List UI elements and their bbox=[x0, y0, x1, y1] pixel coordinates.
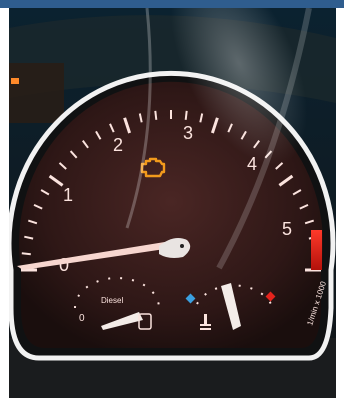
tach-tick bbox=[21, 252, 31, 256]
tach-label-5: 5 bbox=[282, 219, 292, 239]
tach-label-2: 2 bbox=[113, 135, 123, 155]
photo-frame: 0 1 2 3 4 5 1/min x 1000 Diesel 0 bbox=[0, 0, 344, 406]
tach-label-3: 3 bbox=[183, 123, 193, 143]
instrument-cluster-photo: 0 1 2 3 4 5 1/min x 1000 Diesel 0 bbox=[9, 8, 336, 398]
instrument-cluster-illustration: 0 1 2 3 4 5 1/min x 1000 Diesel 0 bbox=[9, 8, 336, 398]
tach-tick bbox=[184, 110, 188, 120]
redline-zone bbox=[311, 230, 322, 270]
fuel-type-label: Diesel bbox=[101, 296, 123, 305]
left-orange-indicator bbox=[11, 78, 19, 84]
top-accent-bar bbox=[0, 0, 344, 8]
fuel-empty-label: 0 bbox=[79, 313, 85, 324]
tach-tick bbox=[154, 110, 158, 120]
tach-label-1: 1 bbox=[63, 185, 73, 205]
left-display-window bbox=[9, 63, 64, 123]
